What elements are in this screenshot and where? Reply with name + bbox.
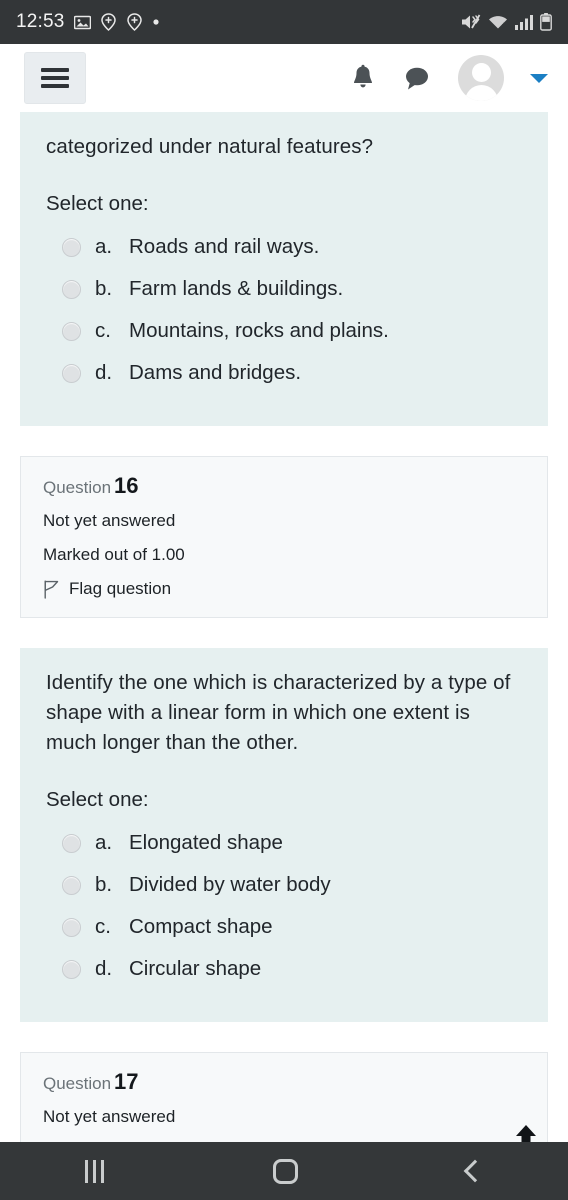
radio-button[interactable] (62, 833, 81, 853)
question-text: Identify the one which is characterized … (46, 671, 511, 754)
radio-button[interactable] (62, 363, 81, 383)
option-label: Compact shape (129, 915, 273, 938)
option-letter: d. (95, 957, 113, 980)
status-bar-right (460, 13, 552, 31)
option-label: Circular shape (129, 957, 262, 980)
photo-icon (73, 15, 91, 29)
answer-option[interactable]: d. Circular shape (46, 948, 522, 990)
status-bar-left: 12:53 (16, 11, 160, 33)
app-header (0, 44, 568, 112)
question-info-block: Question 16 Not yet answered Marked out o… (20, 456, 548, 618)
user-avatar-icon[interactable] (458, 55, 504, 101)
option-label: Farm lands & buildings. (129, 277, 344, 300)
dot-icon (152, 19, 159, 25)
status-bar-clock: 12:53 (16, 11, 65, 32)
hamburger-menu-icon[interactable] (24, 52, 86, 104)
radio-button[interactable] (62, 237, 81, 257)
question-block: Identify the one which is characterized … (20, 648, 548, 1022)
answer-option[interactable]: a. Roads and rail ways. (46, 226, 522, 268)
answer-option[interactable]: b. Farm lands & buildings. (46, 268, 522, 310)
phone-screen: 12:53 categorized under natural features… (0, 0, 568, 1200)
mute-vibrate-icon (462, 14, 481, 29)
radio-button[interactable] (62, 917, 81, 937)
option-letter: a. (95, 235, 113, 258)
radio-button[interactable] (62, 875, 81, 895)
answer-options: a. Roads and rail ways. b. Farm lands & … (46, 226, 522, 394)
status-bar: 12:53 (0, 0, 568, 44)
option-letter: c. (95, 319, 111, 342)
answer-options: a. Elongated shape b. Divided by water b… (46, 822, 522, 990)
option-letter: a. (95, 831, 113, 854)
message-bubble-icon[interactable] (402, 65, 432, 92)
recent-apps-icon[interactable] (84, 1159, 104, 1183)
option-label: Elongated shape (129, 831, 283, 854)
question-number: 17 (114, 1069, 139, 1094)
answer-status: Not yet answered (43, 1107, 176, 1126)
radio-button[interactable] (62, 959, 81, 979)
radio-button[interactable] (62, 279, 81, 299)
question-text: categorized under natural features? (46, 135, 374, 158)
flag-question-label: Flag question (69, 579, 172, 598)
answer-option[interactable]: c. Compact shape (46, 906, 522, 948)
app-header-actions (350, 55, 568, 101)
option-label: Roads and rail ways. (129, 235, 320, 258)
question-word: Question (43, 478, 112, 497)
select-one-label: Select one: (46, 192, 149, 215)
answer-status: Not yet answered (43, 511, 176, 530)
bell-icon[interactable] (350, 64, 376, 93)
answer-option[interactable]: b. Divided by water body (46, 864, 522, 906)
select-one-label: Select one: (46, 788, 149, 811)
question-number-label: Question 16 (43, 473, 525, 499)
answer-option[interactable]: a. Elongated shape (46, 822, 522, 864)
marks-info: Marked out of 1.00 (43, 545, 185, 564)
flag-question-button[interactable]: Flag question (43, 579, 525, 599)
option-letter: b. (95, 277, 113, 300)
battery-icon (540, 13, 552, 31)
answer-option[interactable]: d. Dams and bridges. (46, 352, 522, 394)
answer-option[interactable]: c. Mountains, rocks and plains. (46, 310, 522, 352)
question-number-label: Question 17 (43, 1069, 525, 1095)
question-info-block: Question17 Not yet answered Marked out o… (20, 1052, 548, 1142)
cellular-signal-icon (515, 15, 533, 30)
option-label: Divided by water body (129, 873, 331, 896)
home-icon[interactable] (272, 1158, 298, 1184)
option-label: Mountains, rocks and plains. (129, 319, 389, 342)
question-number: 16 (114, 473, 139, 498)
location-add-icon (126, 13, 142, 31)
flag-outline-icon (44, 580, 59, 599)
question-block: categorized under natural features? Sele… (20, 112, 548, 426)
back-icon[interactable] (463, 1159, 487, 1183)
location-add-icon (100, 13, 116, 31)
radio-button[interactable] (62, 321, 81, 341)
question-word: Question (43, 1074, 112, 1093)
option-letter: b. (95, 873, 113, 896)
option-letter: d. (95, 361, 113, 384)
option-letter: c. (95, 915, 111, 938)
quiz-content-scroll[interactable]: categorized under natural features? Sele… (0, 112, 568, 1142)
option-label: Dams and bridges. (129, 361, 302, 384)
caret-down-icon[interactable] (530, 73, 548, 83)
android-nav-bar (0, 1142, 568, 1200)
wifi-icon (489, 16, 507, 29)
